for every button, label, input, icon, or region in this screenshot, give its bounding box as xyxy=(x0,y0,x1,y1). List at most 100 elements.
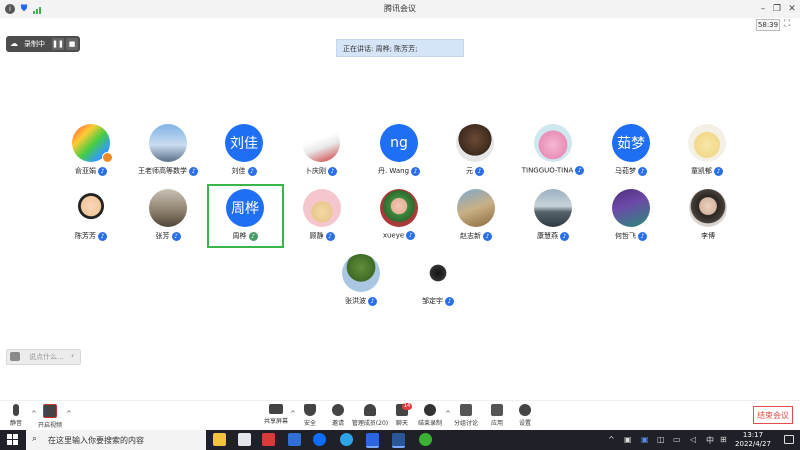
chat-bubble-icon xyxy=(10,352,20,361)
host-badge xyxy=(102,152,113,163)
shield-icon xyxy=(304,404,316,416)
mic-icon[interactable]: ♪ xyxy=(475,166,484,176)
avatar xyxy=(457,189,495,227)
participant-tile[interactable]: 顾静 ♪ xyxy=(284,184,360,250)
participant-tile[interactable]: 元 ♪ xyxy=(437,119,513,185)
restore-icon[interactable]: ❐ xyxy=(770,2,784,16)
participant-name: 何哲飞 xyxy=(615,232,636,240)
participant-tile[interactable]: 邹定宇 ♪ xyxy=(400,249,476,315)
pdf-reader-icon[interactable] xyxy=(262,433,275,446)
participant-tile[interactable]: 茹梦 马茹梦 ♪ xyxy=(593,119,669,185)
members-icon xyxy=(364,404,376,416)
participant-tile[interactable]: 卜庆刚 ♪ xyxy=(283,119,359,185)
participant-tile[interactable]: 李博 xyxy=(670,184,746,250)
participant-tile[interactable]: 赵志新 ♪ xyxy=(438,184,514,250)
tray-network-icon[interactable]: ◫ xyxy=(657,435,665,444)
edge-browser-icon[interactable] xyxy=(340,433,353,446)
tray-app-icon[interactable]: ▣ xyxy=(624,435,632,444)
mic-icon[interactable]: ♪ xyxy=(406,231,416,240)
invite-button[interactable]: 邀请 xyxy=(323,404,353,430)
collapse-chevron-icon[interactable]: ‹ xyxy=(71,351,74,360)
app-icon[interactable] xyxy=(288,433,301,446)
calculator-icon[interactable] xyxy=(238,433,251,446)
close-icon[interactable]: ✕ xyxy=(785,2,799,16)
start-video-button[interactable]: 开启视频 xyxy=(35,404,65,430)
chat-input[interactable]: 说点什么... ‹ xyxy=(6,349,81,365)
tray-word-icon[interactable]: ▣ xyxy=(641,435,649,444)
breakout-button[interactable]: 分组讨论 xyxy=(451,404,481,430)
participant-tile[interactable]: 陈芳芳 ♪ xyxy=(53,184,129,250)
mic-icon[interactable]: ♪ xyxy=(98,231,107,241)
participant-name: 邹定宇 xyxy=(422,297,443,305)
participant-tile[interactable]: 张洪波 ♪ xyxy=(323,249,399,315)
participant-name: 李博 xyxy=(701,232,715,240)
start-video-label: 开启视频 xyxy=(37,422,62,429)
windows-start-icon[interactable] xyxy=(7,434,18,445)
mic-icon[interactable]: ♪ xyxy=(560,231,569,241)
participant-tile[interactable]: 康慧燕 ♪ xyxy=(515,184,591,250)
recording-label: 录制中 xyxy=(24,40,45,48)
participant-tile[interactable]: 何哲飞 ♪ xyxy=(593,184,669,250)
input-method-label[interactable]: 中 xyxy=(706,435,714,446)
pause-recording-button[interactable]: ❚❚ xyxy=(52,38,64,50)
video-off-icon xyxy=(43,404,57,418)
minimize-icon[interactable]: – xyxy=(756,2,770,16)
ime-grid-icon[interactable]: ⊞ xyxy=(720,435,727,444)
participant-tile[interactable]: xueye ♪ xyxy=(361,184,437,250)
tray-display-icon[interactable]: ▭ xyxy=(673,435,681,444)
mic-icon[interactable]: ♪ xyxy=(368,296,377,306)
manage-members-button[interactable]: 管理成员(20) xyxy=(351,404,389,430)
participant-tile[interactable]: ng 丹. Wang ♪ xyxy=(361,119,437,185)
tencent-meeting-icon[interactable] xyxy=(366,433,379,448)
meeting-timer: 58:39 xyxy=(756,19,780,31)
mic-icon[interactable]: ♪ xyxy=(325,231,335,241)
recording-options-chevron-icon[interactable]: ^ xyxy=(445,410,451,418)
end-recording-button[interactable]: 结束录制 xyxy=(415,404,445,430)
breakout-label: 分组讨论 xyxy=(453,420,478,427)
mic-icon[interactable]: ♪ xyxy=(445,296,454,306)
security-button[interactable]: 安全 xyxy=(295,404,325,430)
share-screen-button[interactable]: 共享屏幕 xyxy=(261,404,291,430)
apps-button[interactable]: 应用 xyxy=(482,404,512,430)
mic-icon[interactable]: ♪ xyxy=(714,166,723,176)
wechat-icon[interactable] xyxy=(419,433,432,446)
participant-tile[interactable]: TINGGUO-TINA ♪ xyxy=(515,119,591,185)
expand-icon[interactable]: ⛶ xyxy=(784,19,794,29)
taskbar-search-input[interactable]: ⌕ 在这里输入你要搜索的内容 xyxy=(26,430,206,450)
apps-grid-icon xyxy=(491,404,503,416)
record-icon xyxy=(424,404,436,416)
participant-tile[interactable]: 童凯郁 ♪ xyxy=(669,119,745,185)
participant-tile[interactable]: 王老师高等数学 ♪ xyxy=(130,119,206,185)
participant-tile[interactable]: 刘佳 刘佳 ♪ xyxy=(206,119,282,185)
avatar: 茹梦 xyxy=(612,124,650,162)
participant-tile[interactable]: 俞亚娟 ♪ xyxy=(53,119,129,185)
tray-chevron-icon[interactable]: ^ xyxy=(608,435,615,444)
speaker-icon[interactable]: ◁ xyxy=(690,435,696,444)
mic-icon[interactable]: ♪ xyxy=(189,166,198,176)
settings-button[interactable]: 设置 xyxy=(510,404,540,430)
participant-name: 卜庆刚 xyxy=(305,167,326,175)
system-clock[interactable]: 13:17 2022/4/27 xyxy=(732,431,774,449)
mic-icon[interactable]: ♪ xyxy=(638,166,647,176)
mic-icon[interactable]: ♪ xyxy=(483,231,492,241)
mic-icon[interactable]: ♪ xyxy=(575,166,585,175)
mic-icon[interactable]: ♪ xyxy=(247,166,257,176)
avatar xyxy=(303,189,341,227)
stop-recording-button[interactable]: ■ xyxy=(66,38,78,50)
mic-icon[interactable]: ♪ xyxy=(638,231,647,241)
end-meeting-button[interactable]: 结束会议 xyxy=(753,406,793,424)
video-options-chevron-icon[interactable]: ^ xyxy=(66,410,72,418)
mic-icon[interactable]: ♪ xyxy=(171,231,181,241)
participant-tile[interactable]: 张芳 ♪ xyxy=(130,184,206,250)
share-screen-label: 共享屏幕 xyxy=(263,418,288,425)
participant-name: 王老师高等数学 xyxy=(138,167,187,175)
word-icon[interactable] xyxy=(392,433,405,448)
store-icon[interactable] xyxy=(313,433,326,446)
participant-name: 顾静 xyxy=(309,232,324,240)
notification-icon[interactable] xyxy=(784,435,794,444)
mute-button[interactable]: 静音 xyxy=(1,404,31,430)
mic-icon[interactable]: ♪ xyxy=(98,166,107,176)
mic-icon[interactable]: ♪ xyxy=(411,166,421,176)
mic-icon[interactable]: ♪ xyxy=(328,166,337,176)
file-explorer-icon[interactable] xyxy=(213,433,226,446)
